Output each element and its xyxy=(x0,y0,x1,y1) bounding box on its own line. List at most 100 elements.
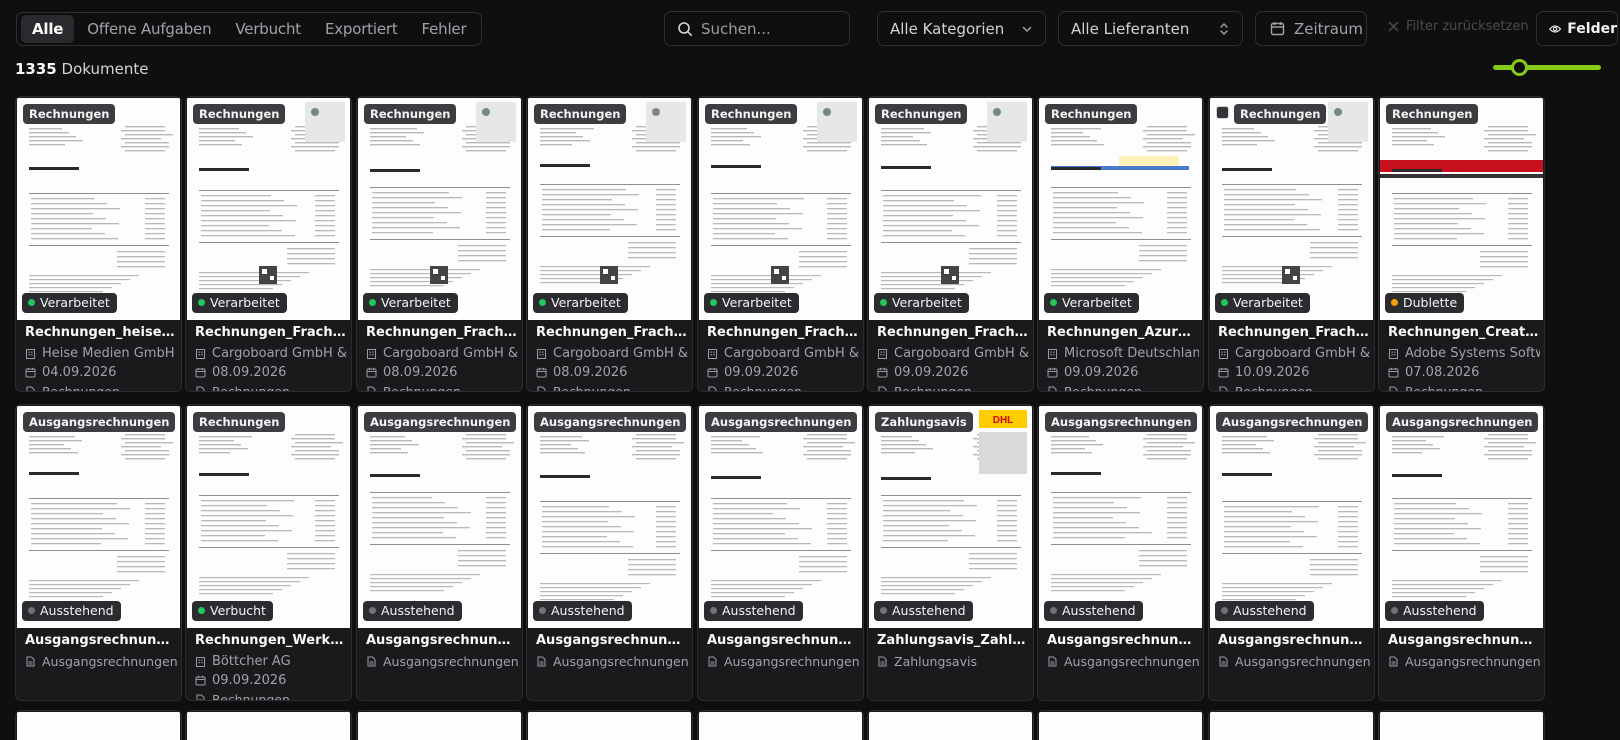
document-card[interactable]: Ausgangsrechnungen Ausstehend Ausgangsrech… xyxy=(356,404,523,701)
document-thumbnail[interactable]: Rechnungen Verarbeitet xyxy=(187,98,350,320)
document-card[interactable]: DHL Zahlungsavis Ausstehend Zahlungsavis_Za… xyxy=(867,404,1034,701)
document-name[interactable]: Ausgangsrechnungen_Auftrag xyxy=(25,633,177,651)
date-range-button[interactable]: Zeitraum xyxy=(1255,11,1367,46)
document-card[interactable] xyxy=(867,710,1034,740)
document-thumbnail[interactable]: Rechnungen Verarbeitet xyxy=(1210,98,1373,320)
supplier-select[interactable]: Alle Lieferanten xyxy=(1058,11,1243,46)
document-card[interactable] xyxy=(697,710,864,740)
select-checkbox[interactable] xyxy=(1216,106,1229,119)
document-name[interactable]: Rechnungen_Frachtkosten xyxy=(536,325,688,343)
document-meta-text: Cargoboard GmbH & C xyxy=(724,346,859,361)
document-thumbnail[interactable]: Ausgangsrechnungen Ausstehend xyxy=(17,406,180,628)
document-thumbnail[interactable] xyxy=(187,712,350,740)
document-name[interactable]: Rechnungen_Frachttransport xyxy=(195,325,347,343)
document-thumbnail[interactable]: Rechnungen Verbucht xyxy=(187,406,350,628)
document-card[interactable]: Rechnungen Verarbeitet Rechnungen_Frachtko… xyxy=(697,96,864,392)
document-name[interactable]: Ausgangsrechnungen_Allgemein xyxy=(1047,633,1199,651)
document-thumbnail[interactable]: Ausgangsrechnungen Ausstehend xyxy=(1380,406,1543,628)
document-card[interactable]: Ausgangsrechnungen Ausstehend Ausgangsrech… xyxy=(1208,404,1375,701)
document-meta: Rechnungen_Azure Nutzung Microsoft Deutsc… xyxy=(1047,325,1199,391)
category-select[interactable]: Alle Kategorien xyxy=(877,11,1046,46)
document-thumbnail[interactable] xyxy=(699,712,862,740)
tab-fehler[interactable]: Fehler xyxy=(411,15,478,43)
document-date: 08.09.2026 xyxy=(366,364,518,381)
document-card[interactable] xyxy=(1037,710,1204,740)
document-thumbnail[interactable]: Ausgangsrechnungen Ausstehend xyxy=(1039,406,1202,628)
tab-offene-aufgaben[interactable]: Offene Aufgaben xyxy=(76,15,222,43)
document-name[interactable]: Rechnungen_Frachtkosten xyxy=(1218,325,1370,343)
document-card[interactable] xyxy=(1208,710,1375,740)
document-card[interactable] xyxy=(185,710,352,740)
document-preview xyxy=(1051,126,1195,287)
document-card[interactable] xyxy=(1378,710,1545,740)
document-name[interactable]: Ausgangsrechnungen_Allgemein xyxy=(1218,633,1370,651)
document-card[interactable]: Ausgangsrechnungen Ausstehend Ausgangsrech… xyxy=(15,404,182,701)
document-thumbnail[interactable]: Ausgangsrechnungen Ausstehend xyxy=(1210,406,1373,628)
document-thumbnail[interactable]: Rechnungen Verarbeitet xyxy=(358,98,521,320)
document-name[interactable]: Ausgangsrechnungen_Consulting xyxy=(536,633,688,651)
document-name[interactable]: Rechnungen_Azure Nutzung xyxy=(1047,325,1199,343)
document-card[interactable]: Ausgangsrechnungen Ausstehend Ausgangsrech… xyxy=(1378,404,1545,701)
document-name[interactable]: Ausgangsrechnungen_Airline xyxy=(707,633,859,651)
document-thumbnail[interactable]: Rechnungen Verarbeitet xyxy=(869,98,1032,320)
status-badge: Verbucht xyxy=(192,601,273,621)
document-date: 08.09.2026 xyxy=(536,364,688,381)
document-card[interactable]: Ausgangsrechnungen Ausstehend Ausgangsrech… xyxy=(1037,404,1204,701)
document-folder: Ausgangsrechnungen xyxy=(366,653,518,670)
document-thumbnail[interactable]: Rechnungen Verarbeitet xyxy=(17,98,180,320)
document-thumbnail[interactable] xyxy=(1210,712,1373,740)
document-thumbnail[interactable] xyxy=(1039,712,1202,740)
tab-alle[interactable]: Alle xyxy=(21,15,75,43)
document-thumbnail[interactable]: Rechnungen Verarbeitet xyxy=(699,98,862,320)
document-card[interactable]: Rechnungen Verarbeitet Rechnungen_Frachtko… xyxy=(867,96,1034,392)
document-card[interactable]: Rechnungen Verarbeitet Rechnungen_Frachttr… xyxy=(356,96,523,392)
document-thumbnail[interactable]: Ausgangsrechnungen Ausstehend xyxy=(528,406,691,628)
document-name[interactable]: Rechnungen_Frachttransport xyxy=(366,325,518,343)
file-icon xyxy=(367,386,376,391)
document-thumbnail[interactable]: Rechnungen Verarbeitet xyxy=(528,98,691,320)
document-name[interactable]: Rechnungen_Werkzeug Bestellung xyxy=(195,633,347,651)
document-name[interactable]: Ausgangsrechnungen_Vertrieb xyxy=(366,633,518,651)
calendar-icon xyxy=(1047,367,1058,378)
document-card[interactable] xyxy=(15,710,182,740)
zoom-slider-handle[interactable] xyxy=(1511,59,1528,76)
status-dot-icon xyxy=(539,607,546,614)
document-name[interactable]: Rechnungen_Frachtkosten xyxy=(877,325,1029,343)
document-card[interactable]: Rechnungen Verarbeitet Rechnungen_Frachtko… xyxy=(1208,96,1375,392)
fields-button[interactable]: Felder xyxy=(1536,11,1618,46)
document-meta: Ausgangsrechnungen_Allgemein Ausgangsrech… xyxy=(1218,633,1370,670)
document-name[interactable]: Zahlungsavis_Zahlungsauftrag xyxy=(877,633,1029,651)
document-thumbnail[interactable] xyxy=(17,712,180,740)
document-card[interactable]: Rechnungen Verarbeitet Rechnungen_Azure Nu… xyxy=(1037,96,1204,392)
document-card[interactable]: Rechnungen Verarbeitet Rechnungen_Frachtko… xyxy=(526,96,693,392)
document-card[interactable]: Rechnungen Dublette Rechnungen_Creative Cl… xyxy=(1378,96,1545,392)
document-card[interactable]: Ausgangsrechnungen Ausstehend Ausgangsrech… xyxy=(697,404,864,701)
building-icon xyxy=(1389,349,1398,359)
document-thumbnail[interactable]: DHL Zahlungsavis Ausstehend xyxy=(869,406,1032,628)
document-name[interactable]: Rechnungen_Creative Cloud xyxy=(1388,325,1540,343)
document-name[interactable]: Rechnungen_Frachtkosten xyxy=(707,325,859,343)
document-thumbnail[interactable] xyxy=(528,712,691,740)
document-thumbnail[interactable]: Ausgangsrechnungen Ausstehend xyxy=(699,406,862,628)
status-dot-icon xyxy=(1050,299,1057,306)
document-name[interactable]: Ausgangsrechnungen_Gesamt xyxy=(1388,633,1540,651)
document-thumbnail[interactable]: Ausgangsrechnungen Ausstehend xyxy=(358,406,521,628)
document-meta-text: Böttcher AG xyxy=(212,654,291,669)
document-thumbnail[interactable] xyxy=(358,712,521,740)
document-card[interactable]: Rechnungen Verarbeitet Rechnungen_Frachttr… xyxy=(185,96,352,392)
document-card[interactable]: Rechnungen Verbucht Rechnungen_Werkzeug Be… xyxy=(185,404,352,701)
tab-exportiert[interactable]: Exportiert xyxy=(314,15,409,43)
reset-filters-button[interactable]: Filter zurücksetzen xyxy=(1388,19,1529,34)
document-thumbnail[interactable] xyxy=(869,712,1032,740)
document-thumbnail[interactable] xyxy=(1380,712,1543,740)
document-card[interactable] xyxy=(526,710,693,740)
document-card[interactable]: Rechnungen Verarbeitet Rechnungen_heise+ A… xyxy=(15,96,182,392)
document-thumbnail[interactable]: Rechnungen Dublette xyxy=(1380,98,1543,320)
document-name[interactable]: Rechnungen_heise+ All-In xyxy=(25,325,177,343)
document-thumbnail[interactable]: Rechnungen Verarbeitet xyxy=(1039,98,1202,320)
tab-verbucht[interactable]: Verbucht xyxy=(224,15,312,43)
zoom-slider[interactable] xyxy=(1493,59,1601,76)
search-input[interactable]: Suchen... xyxy=(664,11,850,46)
document-card[interactable]: Ausgangsrechnungen Ausstehend Ausgangsrech… xyxy=(526,404,693,701)
document-card[interactable] xyxy=(356,710,523,740)
